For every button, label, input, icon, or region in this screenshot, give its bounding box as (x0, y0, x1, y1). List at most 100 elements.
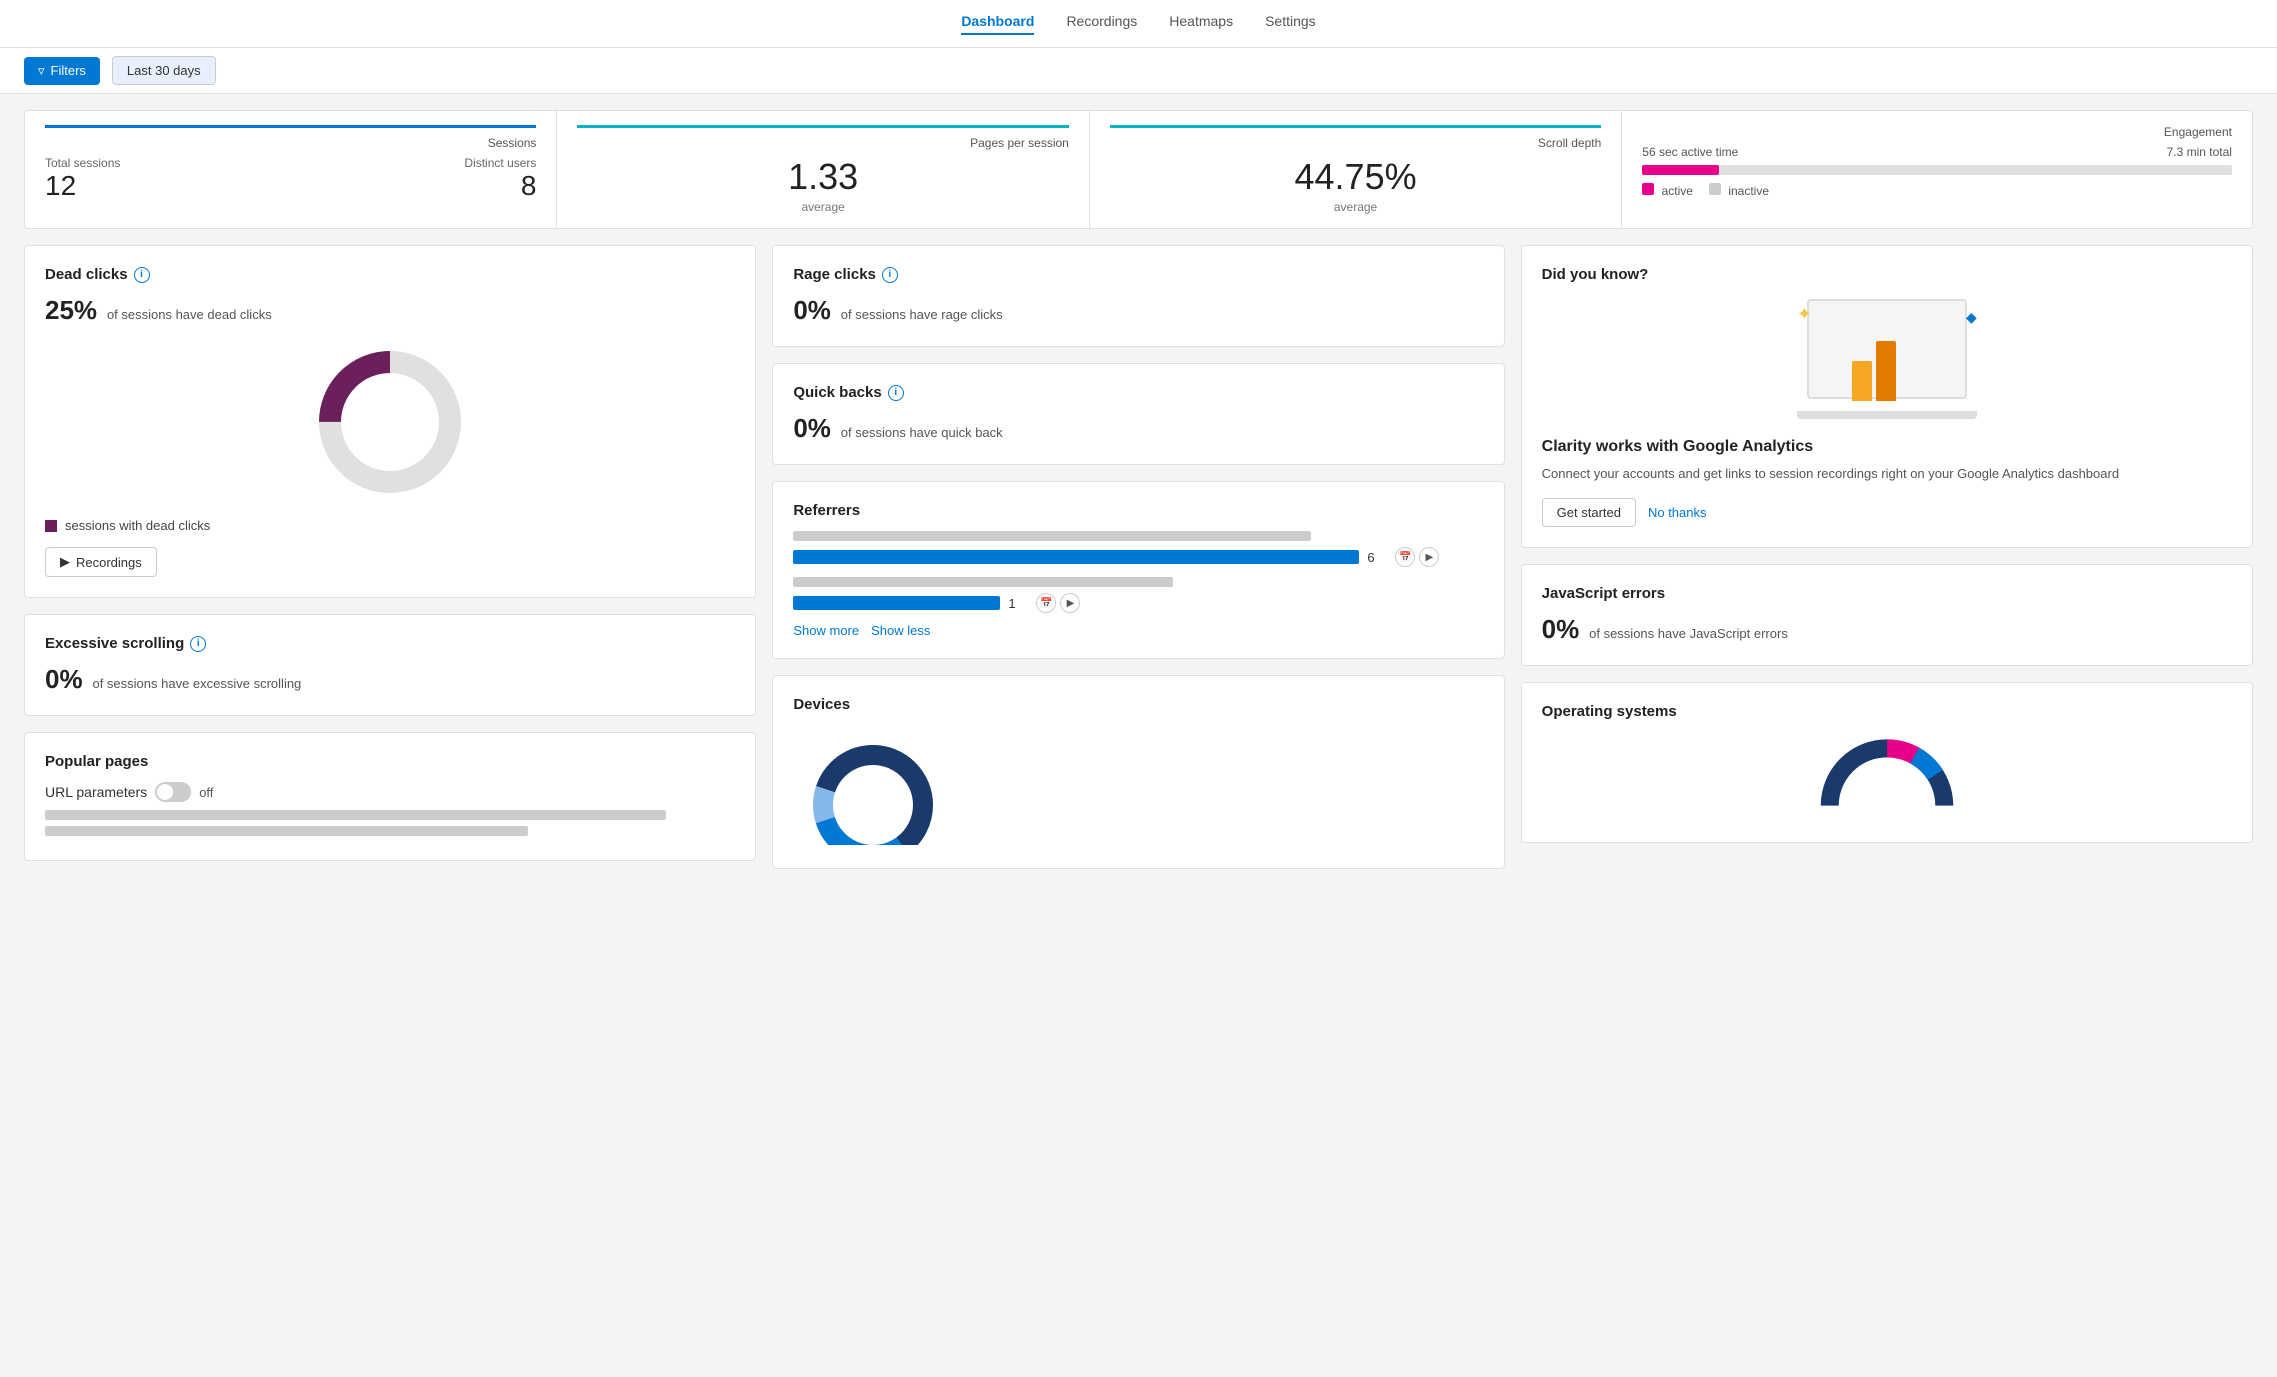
js-errors-pct: 0% (1542, 614, 1580, 644)
devices-card: Devices (772, 675, 1504, 869)
os-label: Operating systems (1542, 703, 1677, 720)
nav-recordings[interactable]: Recordings (1066, 13, 1137, 35)
url-params-label: URL parameters (45, 784, 147, 800)
total-sessions-value: 12 (45, 170, 120, 202)
excessive-scrolling-pct: 0% (45, 664, 83, 694)
middle-column: Rage clicks i 0% of sessions have rage c… (772, 245, 1504, 869)
dead-clicks-title-row: Dead clicks i (45, 266, 735, 283)
dead-clicks-legend-text: sessions with dead clicks (65, 518, 210, 533)
nav-links: Dashboard Recordings Heatmaps Settings (961, 13, 1315, 35)
referrer-url-2 (793, 577, 1173, 587)
no-thanks-button[interactable]: No thanks (1648, 505, 1707, 520)
laptop-base (1797, 411, 1977, 419)
left-column: Dead clicks i 25% of sessions have dead … (24, 245, 756, 869)
recordings-label: Recordings (76, 555, 142, 570)
dead-clicks-title: Dead clicks (45, 266, 128, 283)
dyk-card-desc: Connect your accounts and get links to s… (1542, 464, 2232, 484)
devices-donut-svg (793, 725, 953, 845)
excessive-scrolling-title: Excessive scrolling (45, 635, 184, 652)
quick-backs-pct: 0% (793, 413, 831, 443)
dead-clicks-legend-square (45, 520, 57, 532)
referrer-recording-icon-2[interactable]: ▶ (1060, 593, 1080, 613)
engagement-bar (1642, 165, 2232, 175)
referrer-heatmap-icon-1[interactable]: 📅 (1395, 547, 1415, 567)
did-you-know-title: Did you know? (1542, 266, 2232, 283)
quick-backs-card: Quick backs i 0% of sessions have quick … (772, 363, 1504, 465)
engagement-active-time: 56 sec active time (1642, 145, 1738, 159)
distinct-users-value: 8 (464, 170, 536, 202)
js-errors-desc: of sessions have JavaScript errors (1589, 626, 1788, 641)
pages-per-session-value: 1.33 (577, 156, 1068, 198)
nav-settings[interactable]: Settings (1265, 13, 1316, 35)
referrer-count-1: 6 (1367, 550, 1387, 565)
show-more-link[interactable]: Show more (793, 623, 859, 638)
url-text-2 (45, 826, 528, 836)
nav-heatmaps[interactable]: Heatmaps (1169, 13, 1233, 35)
show-less-link[interactable]: Show less (871, 623, 930, 638)
engagement-sub: 56 sec active time 7.3 min total (1642, 145, 2232, 159)
recordings-icon: ▶ (60, 554, 70, 570)
excessive-scrolling-title-row: Excessive scrolling i (45, 635, 735, 652)
right-column: Did you know? ✦ ◆ (1521, 245, 2253, 869)
main-content: Sessions Total sessions 12 Distinct user… (0, 94, 2277, 885)
os-donut-wrap (1542, 732, 2232, 822)
get-started-button[interactable]: Get started (1542, 498, 1636, 527)
quick-backs-info-icon[interactable]: i (888, 385, 904, 401)
referrer-bar-2 (793, 596, 1000, 610)
dyk-illustration: ✦ ◆ (1542, 299, 2232, 422)
toggle-knob (157, 784, 173, 800)
excessive-scrolling-info-icon[interactable]: i (190, 636, 206, 652)
rage-clicks-title: Rage clicks (793, 266, 876, 283)
javascript-errors-card: JavaScript errors 0% of sessions have Ja… (1521, 564, 2253, 666)
top-nav: Dashboard Recordings Heatmaps Settings (0, 0, 2277, 48)
referrer-recording-icon-1[interactable]: ▶ (1419, 547, 1439, 567)
referrer-row-2: 1 📅 ▶ (793, 577, 1483, 613)
nav-dashboard[interactable]: Dashboard (961, 13, 1034, 35)
url-params-toggle[interactable] (155, 782, 191, 802)
operating-systems-card: Operating systems (1521, 682, 2253, 843)
dead-clicks-pct: 25% (45, 295, 97, 325)
sparkle-left: ✦ (1797, 304, 1812, 325)
active-dot (1642, 183, 1654, 195)
pages-per-session-avg: average (577, 200, 1068, 214)
dead-clicks-info-icon[interactable]: i (134, 267, 150, 283)
referrer-icons-2: 📅 ▶ (1036, 593, 1080, 613)
referrer-icons-1: 📅 ▶ (1395, 547, 1439, 567)
date-range-button[interactable]: Last 30 days (112, 56, 216, 85)
inactive-label: inactive (1728, 184, 1769, 198)
referrer-bar-wrap-2: 1 📅 ▶ (793, 593, 1483, 613)
donut-svg (310, 342, 470, 502)
active-legend: active (1642, 183, 1693, 198)
distinct-users-group: Distinct users 8 (464, 156, 536, 202)
referrer-bar-wrap-1: 6 📅 ▶ (793, 547, 1483, 567)
referrers-label: Referrers (793, 502, 860, 519)
referrer-url-1 (793, 531, 1311, 541)
scroll-depth-label: Scroll depth (1110, 136, 1601, 150)
rage-clicks-info-icon[interactable]: i (882, 267, 898, 283)
recordings-button[interactable]: ▶ Recordings (45, 547, 157, 577)
pages-per-session-block: Pages per session 1.33 average (557, 111, 1089, 228)
engagement-block: Engagement 56 sec active time 7.3 min to… (1622, 111, 2252, 228)
filters-button[interactable]: ▿ Filters (24, 57, 100, 85)
toolbar: ▿ Filters Last 30 days (0, 48, 2277, 94)
referrer-count-2: 1 (1008, 596, 1028, 611)
rage-clicks-desc: of sessions have rage clicks (841, 307, 1003, 322)
referrer-heatmap-icon-2[interactable]: 📅 (1036, 593, 1056, 613)
rage-clicks-pct: 0% (793, 295, 831, 325)
os-donut-svg (1807, 732, 1967, 822)
rage-clicks-title-row: Rage clicks i (793, 266, 1483, 283)
url-text-1 (45, 810, 666, 820)
cards-grid: Dead clicks i 25% of sessions have dead … (24, 245, 2253, 869)
js-errors-label: JavaScript errors (1542, 585, 1665, 602)
scroll-depth-avg: average (1110, 200, 1601, 214)
dyk-card-title: Clarity works with Google Analytics (1542, 438, 2232, 456)
inactive-dot (1709, 183, 1721, 195)
popular-pages-url (45, 810, 735, 836)
active-label: active (1662, 184, 1693, 198)
illustration-wrap: ✦ ◆ (1797, 299, 1977, 419)
dead-clicks-legend: sessions with dead clicks (45, 518, 735, 533)
dead-clicks-donut (45, 342, 735, 502)
total-sessions-label: Total sessions (45, 156, 120, 170)
url-params-row: URL parameters off (45, 782, 735, 802)
sessions-label: Sessions (45, 136, 536, 150)
